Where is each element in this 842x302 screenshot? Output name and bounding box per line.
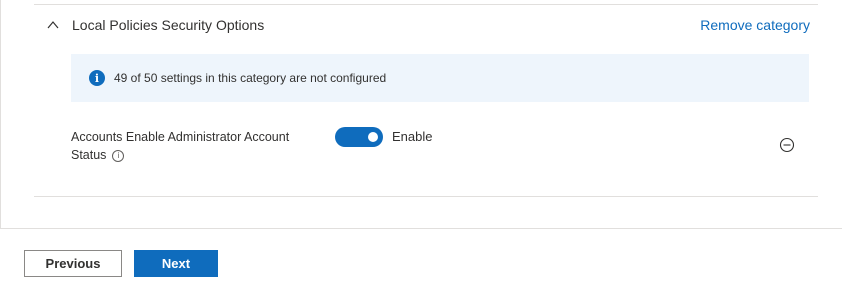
category-title: Local Policies Security Options	[72, 17, 265, 33]
panel-left-border	[0, 0, 1, 228]
setting-label-line2: Status	[71, 148, 107, 162]
page: Local Policies Security Options Remove c…	[0, 0, 842, 302]
section-divider	[34, 196, 818, 197]
info-message-bar: i 49 of 50 settings in this category are…	[71, 54, 809, 102]
category-header: Local Policies Security Options Remove c…	[44, 12, 810, 38]
toggle-knob	[368, 132, 378, 142]
remove-category-link[interactable]: Remove category	[700, 17, 810, 33]
setting-label: Accounts Enable Administrator Account St…	[71, 128, 321, 164]
info-message: 49 of 50 settings in this category are n…	[114, 71, 387, 85]
footer-divider	[0, 228, 842, 229]
previous-button[interactable]: Previous	[24, 250, 122, 277]
setting-label-line1: Accounts Enable Administrator Account	[71, 130, 290, 144]
toggle-label: Enable	[392, 129, 433, 144]
top-divider	[34, 4, 818, 5]
remove-setting-icon[interactable]	[779, 137, 795, 153]
enable-toggle[interactable]	[335, 127, 383, 147]
info-icon: i	[89, 70, 105, 86]
next-button[interactable]: Next	[134, 250, 218, 277]
chevron-up-icon[interactable]	[44, 16, 62, 34]
help-info-icon[interactable]: i	[112, 150, 125, 162]
